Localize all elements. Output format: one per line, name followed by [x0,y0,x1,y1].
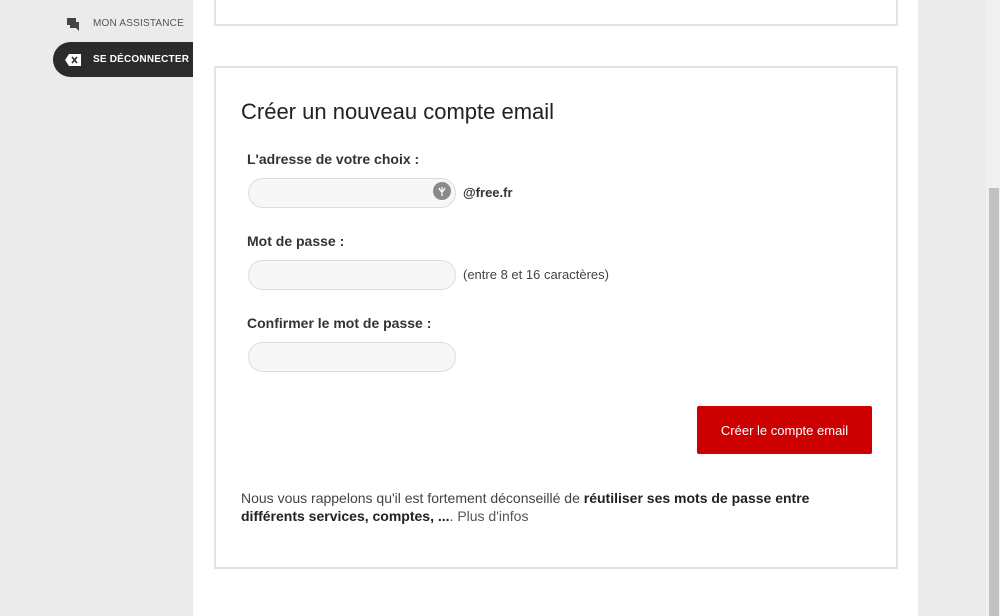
previous-card [214,0,898,26]
logout-icon [53,53,93,66]
notice-text: Nous vous rappelons qu'il est fortement … [241,490,584,506]
create-email-card: Créer un nouveau compte email L'adresse … [214,66,898,569]
password-hint: (entre 8 et 16 caractères) [463,267,609,282]
page-title: Créer un nouveau compte email [241,99,555,124]
sidebar-item-label: MON ASSISTANCE [93,18,184,29]
email-domain: @free.fr [463,185,513,200]
sidebar-item-logout[interactable]: SE DÉCONNECTER [53,42,193,77]
password-input[interactable] [248,260,456,290]
address-label: L'adresse de votre choix : [247,151,420,167]
sidebar [0,0,193,616]
address-input[interactable] [248,178,456,208]
confirm-password-label: Confirmer le mot de passe : [247,315,432,331]
sidebar-item-label: SE DÉCONNECTER [93,54,190,65]
confirm-password-input[interactable] [248,342,456,372]
sidebar-item-assistance[interactable]: MON ASSISTANCE [53,6,193,41]
chat-icon [53,17,93,31]
create-account-button[interactable]: Créer le compte email [697,406,872,454]
password-label: Mot de passe : [247,233,345,249]
security-notice: Nous vous rappelons qu'il est fortement … [241,489,841,525]
more-info-link[interactable]: Plus d'infos [457,508,528,524]
password-manager-icon[interactable] [433,182,451,200]
scrollbar-thumb[interactable] [989,188,999,616]
